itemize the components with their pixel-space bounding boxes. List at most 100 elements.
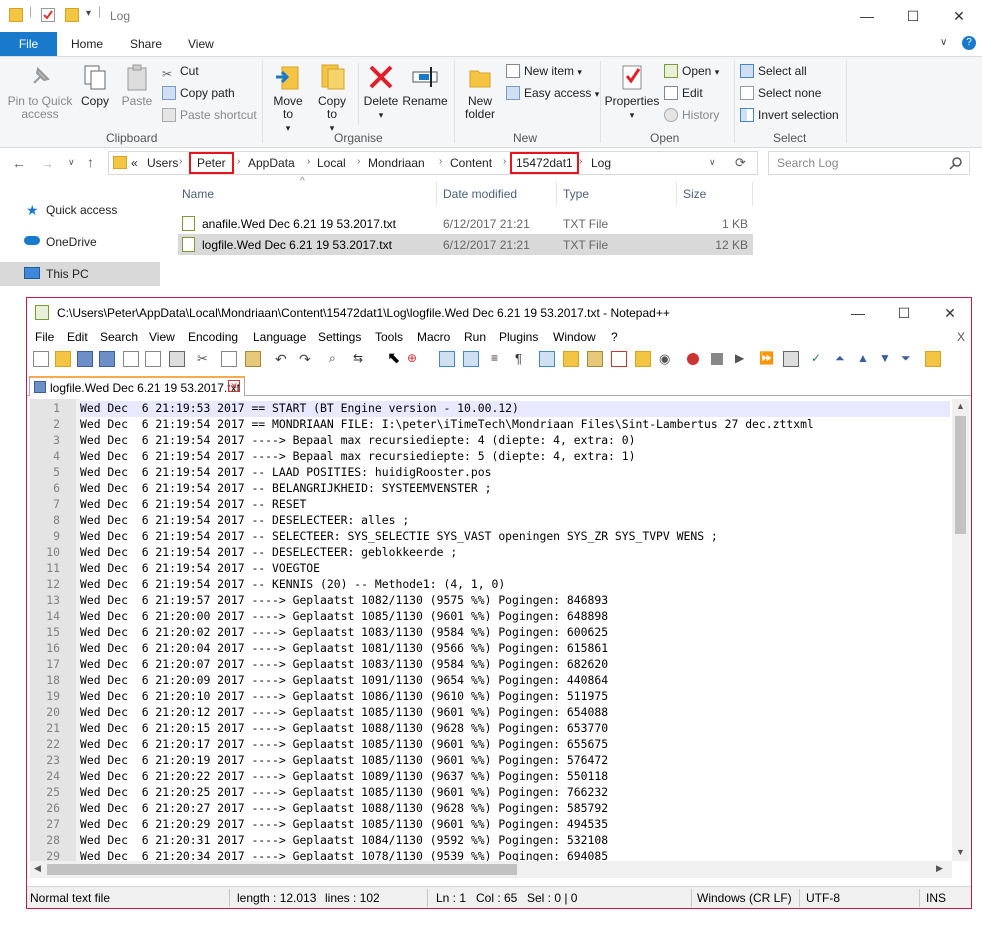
breadcrumb-peter[interactable]: Peter — [189, 152, 234, 174]
pin-quick-access-button[interactable]: Pin to Quick access — [4, 63, 76, 121]
indent-guide-icon[interactable] — [539, 351, 555, 367]
code-area[interactable]: 1 Wed Dec 6 21:19:53 2017 == START (BT En… — [30, 399, 950, 861]
code-line[interactable]: Wed Dec 6 21:20:31 2017 ----> Geplaatst … — [80, 833, 608, 847]
npp-close-button[interactable]: ✕ — [927, 298, 973, 328]
breadcrumb-15472dat1[interactable]: 15472dat1 — [510, 152, 579, 174]
compare-icon[interactable] — [925, 351, 941, 367]
scroll-up-icon[interactable]: ▲ — [956, 401, 965, 411]
column-type[interactable]: Type — [563, 187, 589, 201]
file-row-selected[interactable]: logfile.Wed Dec 6.21 19 53.2017.txt 6/12… — [178, 234, 753, 255]
copy-to-button[interactable]: Copy to ▾ — [312, 63, 352, 135]
delete-button[interactable]: Delete ▾ — [362, 63, 400, 122]
address-dropdown-icon[interactable]: ∨ — [709, 157, 716, 168]
new-folder-qat-icon[interactable] — [65, 8, 79, 22]
breadcrumb-log[interactable]: Log — [591, 156, 611, 170]
code-line[interactable]: Wed Dec 6 21:20:00 2017 ----> Geplaatst … — [80, 609, 608, 623]
breadcrumb-mondriaan[interactable]: Mondriaan — [368, 156, 425, 170]
code-line[interactable]: Wed Dec 6 21:20:25 2017 ----> Geplaatst … — [80, 785, 608, 799]
save-macro-icon[interactable] — [783, 351, 799, 367]
search-box[interactable]: Search Log — [768, 151, 970, 175]
run-macro-multiple-icon[interactable]: ⏩ — [759, 351, 775, 367]
recent-locations-icon[interactable]: ∨ — [68, 157, 75, 168]
find-icon[interactable]: ⌕ — [329, 351, 345, 367]
code-line[interactable]: Wed Dec 6 21:19:54 2017 ----> Bepaal max… — [80, 433, 635, 447]
spellcheck-icon[interactable]: ✓ — [811, 351, 827, 367]
tab-file[interactable]: File — [0, 32, 57, 56]
properties-qat-icon[interactable] — [41, 8, 55, 22]
open-file-icon[interactable] — [55, 351, 71, 367]
column-size[interactable]: Size — [683, 187, 706, 201]
menu-plugins[interactable]: Plugins — [499, 330, 538, 344]
cut-button[interactable]: ✂ Cut — [162, 62, 199, 81]
play-macro-icon[interactable]: ▶ — [735, 351, 751, 367]
select-all-button[interactable]: Select all — [740, 62, 807, 80]
menu-macro[interactable]: Macro — [417, 330, 450, 344]
new-folder-button[interactable]: New folder — [458, 63, 502, 121]
function-list-icon[interactable] — [611, 351, 627, 367]
menu-search[interactable]: Search — [100, 330, 138, 344]
code-line[interactable]: Wed Dec 6 21:20:19 2017 ----> Geplaatst … — [80, 753, 608, 767]
code-line[interactable]: Wed Dec 6 21:20:02 2017 ----> Geplaatst … — [80, 625, 608, 639]
paste-button[interactable]: Paste — [118, 63, 156, 108]
code-line[interactable]: Wed Dec 6 21:19:54 2017 ----> Bepaal max… — [80, 449, 635, 463]
code-line[interactable]: Wed Dec 6 21:19:54 2017 -- KENNIS (20) -… — [80, 577, 505, 591]
zoom-in-icon[interactable]: ⊕ — [407, 351, 423, 367]
search-input[interactable]: Search Log — [777, 156, 838, 170]
help-icon[interactable]: ? — [962, 36, 976, 50]
code-line[interactable]: Wed Dec 6 21:20:22 2017 ----> Geplaatst … — [80, 769, 608, 783]
sync-horizontal-icon[interactable] — [463, 351, 479, 367]
code-line[interactable]: Wed Dec 6 21:20:07 2017 ----> Geplaatst … — [80, 657, 608, 671]
qat-dropdown-icon[interactable]: ▾ — [86, 8, 91, 19]
code-line[interactable]: Wed Dec 6 21:19:54 2017 -- RESET — [80, 497, 306, 511]
monitoring-icon[interactable]: ◉ — [659, 351, 675, 367]
new-item-button[interactable]: New item ▾ — [506, 62, 582, 80]
address-bar[interactable]: « Users › Peter › AppData › Local › Mond… — [108, 151, 758, 175]
menu-run[interactable]: Run — [464, 330, 486, 344]
scroll-down-icon[interactable]: ▼ — [956, 847, 965, 857]
show-all-characters-icon[interactable]: ¶ — [515, 351, 531, 367]
code-line[interactable]: Wed Dec 6 21:19:54 2017 -- DESELECTEER: … — [80, 545, 457, 559]
nav-onedrive[interactable]: OneDrive — [0, 230, 160, 254]
save-all-icon[interactable] — [99, 351, 115, 367]
edit-button[interactable]: Edit — [664, 84, 703, 102]
back-arrow-icon[interactable]: ← — [12, 155, 26, 171]
maximize-button[interactable]: ☐ — [890, 0, 936, 32]
code-line[interactable]: Wed Dec 6 21:19:57 2017 ----> Geplaatst … — [80, 593, 608, 607]
properties-button[interactable]: Properties ▾ — [604, 63, 660, 122]
tab-view[interactable]: View — [176, 32, 226, 56]
menu-window[interactable]: Window — [553, 330, 596, 344]
menu-view[interactable]: View — [149, 330, 175, 344]
up-arrow-icon[interactable]: ↑ — [87, 154, 94, 170]
copy-button[interactable]: Copy — [78, 63, 112, 108]
document-tab[interactable]: logfile.Wed Dec 6.21 19 53.2017.txt ✕ — [29, 376, 245, 396]
collapse-ribbon-icon[interactable]: ∨ — [940, 37, 947, 48]
select-none-button[interactable]: Select none — [740, 84, 821, 102]
nav-this-pc[interactable]: This PC — [0, 262, 160, 286]
code-line[interactable]: Wed Dec 6 21:20:12 2017 ----> Geplaatst … — [80, 705, 608, 719]
copy-path-button[interactable]: Copy path — [162, 84, 235, 102]
code-line[interactable]: Wed Dec 6 21:19:54 2017 -- SELECTEER: SY… — [80, 529, 718, 543]
editor[interactable]: 1 Wed Dec 6 21:19:53 2017 == START (BT En… — [30, 399, 970, 861]
code-line[interactable]: Wed Dec 6 21:20:10 2017 ----> Geplaatst … — [80, 689, 608, 703]
cut-icon[interactable]: ✂ — [197, 351, 213, 367]
replace-icon[interactable]: ⇆ — [353, 351, 369, 367]
history-button[interactable]: History — [664, 106, 719, 124]
code-line[interactable]: Wed Dec 6 21:20:09 2017 ----> Geplaatst … — [80, 673, 608, 687]
close-button[interactable]: ✕ — [936, 0, 982, 32]
scroll-left-icon[interactable]: ◀ — [34, 863, 41, 874]
menu-help[interactable]: ? — [611, 330, 618, 344]
code-line[interactable]: Wed Dec 6 21:19:54 2017 -- BELANGRIJKHEI… — [80, 481, 491, 495]
refresh-icon[interactable]: ⟳ — [735, 155, 746, 171]
scrollbar-thumb[interactable] — [955, 416, 966, 534]
word-wrap-icon[interactable]: ≡ — [491, 351, 507, 367]
undo-icon[interactable]: ↶ — [275, 351, 291, 367]
nav-quick-access[interactable]: ★ Quick access — [0, 198, 160, 222]
stop-macro-icon[interactable] — [711, 353, 723, 365]
folder-workspace-icon[interactable] — [635, 351, 651, 367]
code-line[interactable]: Wed Dec 6 21:20:34 2017 ----> Geplaatst … — [80, 849, 608, 861]
hscrollbar-thumb[interactable] — [47, 864, 517, 875]
code-line[interactable]: Wed Dec 6 21:20:27 2017 ----> Geplaatst … — [80, 801, 608, 815]
close-document-button[interactable]: X — [957, 330, 965, 344]
open-button[interactable]: Open ▾ — [664, 62, 719, 80]
code-line[interactable]: Wed Dec 6 21:19:54 2017 -- VOEGTOE — [80, 561, 320, 575]
